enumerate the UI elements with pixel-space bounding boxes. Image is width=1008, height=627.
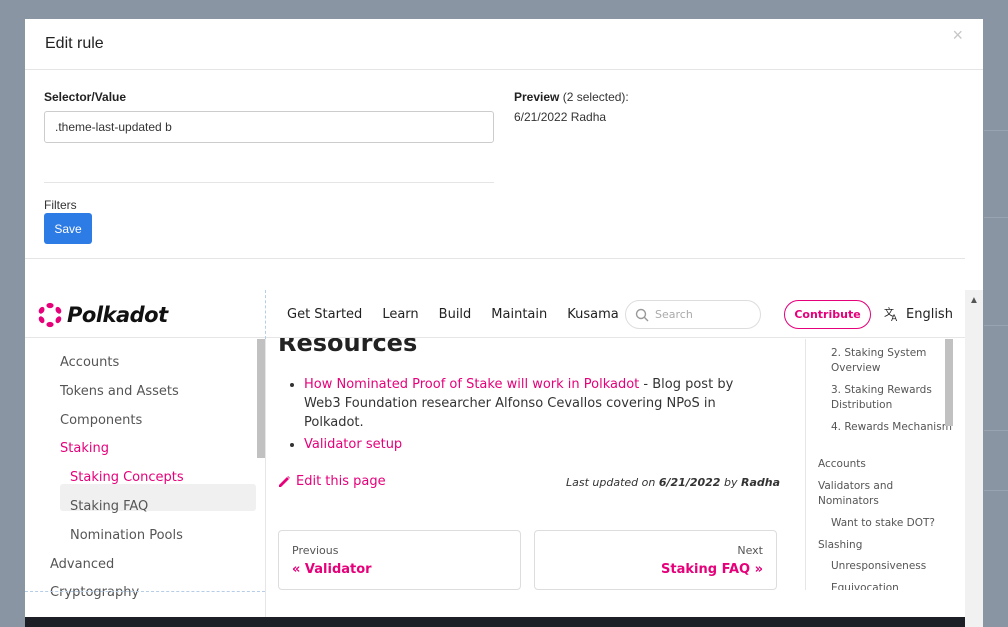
next-title: Staking FAQ » [661, 562, 763, 577]
toc-item[interactable]: Want to stake DOT? [831, 516, 935, 531]
divider [25, 258, 965, 259]
pencil-icon [279, 476, 290, 487]
nav-kusama[interactable]: Kusama [567, 307, 619, 322]
search-placeholder: Search [655, 308, 693, 321]
selector-group: Selector/Value [44, 90, 494, 143]
filters-label: Filters [44, 198, 77, 212]
edit-page-label: Edit this page [296, 474, 386, 489]
divider [265, 339, 266, 627]
sidebar-item-accounts[interactable]: Accounts [60, 355, 119, 370]
edit-rule-modal: Edit rule × Selector/Value Preview (2 se… [25, 19, 983, 627]
toc-item[interactable]: Slashing [818, 538, 862, 553]
site-preview: Polkadot Get Started Learn Build Maintai… [25, 290, 965, 627]
list-item: How Nominated Proof of Stake will work i… [304, 375, 770, 432]
toc-item[interactable]: Accounts [818, 457, 866, 472]
sidebar-item-cryptography[interactable]: Cryptography [50, 585, 139, 600]
previous-page-card[interactable]: Previous « Validator [278, 530, 521, 590]
selector-input[interactable] [44, 111, 494, 143]
search-icon [635, 308, 649, 321]
list-item: Validator setup [304, 435, 770, 454]
edit-page-link[interactable]: Edit this page [278, 474, 386, 489]
sidebar-item-staking-concepts[interactable]: Staking Concepts [70, 470, 184, 485]
next-page-card[interactable]: Next Staking FAQ » [534, 530, 777, 590]
site-navbar: Polkadot Get Started Learn Build Maintai… [25, 290, 965, 339]
sidebar-item-staking-faq[interactable]: Staking FAQ [70, 499, 148, 514]
contribute-button[interactable]: Contribute [784, 300, 871, 329]
toc-item[interactable]: Validators and Nominators [818, 479, 953, 509]
search-input[interactable]: Search [625, 300, 761, 329]
last-updated-prefix: Last updated on [565, 476, 659, 489]
close-icon[interactable]: × [952, 25, 963, 46]
toc-item[interactable]: Unresponsiveness [831, 559, 926, 574]
sidebar-scrollbar[interactable] [257, 339, 265, 458]
svg-text:A: A [891, 314, 898, 322]
toc-item[interactable]: 3. Staking Rewards Distribution [831, 383, 953, 413]
selector-label: Selector/Value [44, 90, 127, 104]
docs-sidebar: Accounts Tokens and Assets Components St… [25, 339, 265, 627]
sidebar-item-components[interactable]: Components [60, 413, 142, 428]
last-updated-by: by [720, 476, 741, 489]
modal-title: Edit rule [45, 35, 104, 52]
toc-scrollbar[interactable] [945, 339, 953, 426]
polkadot-logo[interactable]: Polkadot [37, 302, 168, 328]
toc-item[interactable]: Equivocation [831, 581, 899, 590]
language-selector[interactable]: 文A English [884, 306, 953, 322]
doc-content: Resources How Nominated Proof of Stake w… [278, 329, 808, 627]
save-button[interactable]: Save [44, 213, 92, 244]
last-updated-date: 6/21/2022 [658, 476, 721, 489]
preview-panel: Preview (2 selected): 6/21/2022 Radha [514, 90, 629, 124]
divider [25, 591, 265, 592]
last-updated: Last updated on 6/21/2022 by Radha [566, 476, 780, 489]
preview-scrollbar[interactable]: ▲ [965, 290, 983, 627]
next-label: Next [737, 544, 763, 557]
language-label: English [906, 306, 953, 322]
resource-link[interactable]: How Nominated Proof of Stake will work i… [304, 377, 639, 392]
previous-title: « Validator [292, 562, 372, 577]
preview-count: (2 selected): [562, 90, 629, 104]
resource-list: How Nominated Proof of Stake will work i… [290, 375, 770, 457]
preview-value: 6/21/2022 Radha [514, 110, 607, 124]
scroll-up-icon[interactable]: ▲ [969, 295, 979, 306]
site-footer [25, 617, 965, 627]
modal-header: Edit rule × [25, 19, 983, 70]
toc-item[interactable]: 4. Rewards Mechanism [831, 420, 952, 435]
last-updated-author: Radha [740, 476, 780, 489]
divider [265, 290, 266, 339]
divider [44, 182, 494, 183]
polkadot-logo-icon [38, 302, 62, 328]
resource-link[interactable]: Validator setup [304, 437, 402, 452]
nav-learn[interactable]: Learn [382, 307, 418, 322]
toc-item[interactable]: 2. Staking System Overview [831, 346, 953, 376]
nav-get-started[interactable]: Get Started [287, 307, 362, 322]
translate-icon: 文A [884, 306, 898, 322]
nav-build[interactable]: Build [439, 307, 472, 322]
logo-text: Polkadot [67, 303, 168, 327]
nav-maintain[interactable]: Maintain [491, 307, 547, 322]
table-of-contents: 2. Staking System Overview 3. Staking Re… [805, 339, 953, 590]
sidebar-item-advanced[interactable]: Advanced [50, 557, 114, 572]
sidebar-item-staking[interactable]: Staking [60, 441, 109, 456]
sidebar-item-nomination-pools[interactable]: Nomination Pools [70, 528, 183, 543]
preview-label: Preview [514, 90, 560, 104]
main-nav: Get Started Learn Build Maintain Kusama [287, 307, 639, 322]
sidebar-item-tokens-and-assets[interactable]: Tokens and Assets [60, 384, 179, 399]
previous-label: Previous [292, 544, 339, 557]
